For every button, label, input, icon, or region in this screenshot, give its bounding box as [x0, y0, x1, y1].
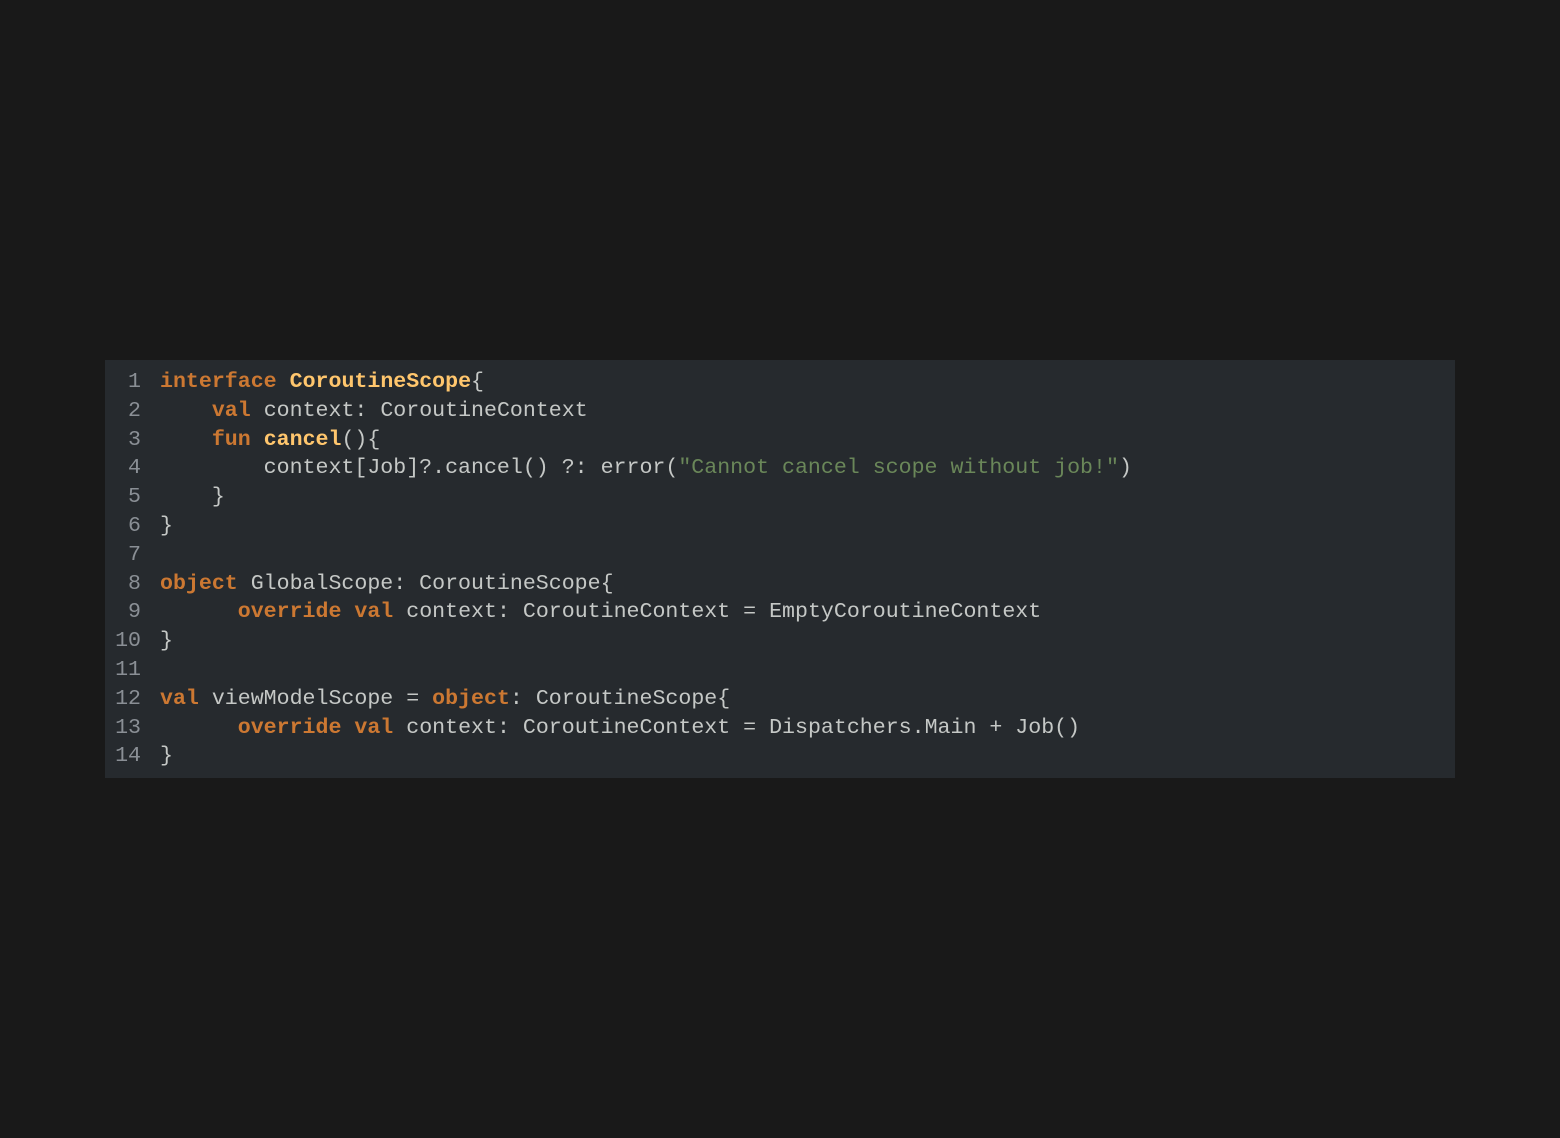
line-number: 12 — [115, 686, 141, 711]
code-token-plain: (){ — [341, 427, 381, 452]
code-token-fn: cancel — [263, 427, 342, 452]
code-token-kw: val — [211, 398, 251, 423]
code-line: 1 interface CoroutineScope{ — [105, 368, 1455, 397]
line-code: context[Job]?.cancel() ?: error("Cannot … — [160, 454, 1132, 483]
code-token-str: "Cannot cancel scope without job!" — [678, 456, 1119, 481]
code-token-kw: fun — [211, 427, 251, 452]
code-token-plain: context: CoroutineContext = EmptyCorouti… — [393, 600, 1042, 625]
code-token-kw: val — [160, 686, 199, 711]
code-token-plain: } — [160, 744, 173, 769]
line-number: 10 — [115, 629, 141, 654]
line-number: 4 — [128, 456, 141, 481]
code-line: 14} — [105, 742, 1455, 771]
code-token-plain: context: CoroutineContext = Dispatchers.… — [393, 715, 1081, 740]
line-code: } — [160, 512, 173, 541]
line-code: override val context: CoroutineContext =… — [160, 598, 1041, 627]
line-number: 7 — [128, 542, 141, 567]
code-token-fn: CoroutineScope — [289, 370, 472, 394]
code-token-plain: } — [160, 513, 173, 538]
line-code: val viewModelScope = object: CoroutineSc… — [160, 685, 730, 714]
line-number: 11 — [115, 657, 141, 682]
code-line: 13 override val context: CoroutineContex… — [105, 714, 1455, 743]
code-line: 12 val viewModelScope = object: Coroutine… — [105, 685, 1455, 714]
line-number: 13 — [115, 715, 141, 740]
line-code: fun cancel(){ — [160, 426, 381, 455]
code-token-plain: viewModelScope = — [198, 686, 433, 711]
code-token-kw: object — [160, 571, 238, 596]
line-code: object GlobalScope: CoroutineScope{ — [160, 570, 614, 599]
line-number: 9 — [128, 600, 141, 625]
code-token-plain: ) — [1118, 456, 1132, 481]
line-code: } — [160, 742, 173, 771]
code-token-plain: } — [160, 485, 225, 510]
code-token-plain: { — [471, 370, 484, 394]
code-token-plain: context: CoroutineContext — [250, 398, 588, 423]
code-token-kw: object — [432, 686, 510, 711]
line-number: 3 — [128, 427, 141, 452]
line-number: 5 — [128, 485, 141, 510]
line-code: } — [160, 627, 173, 656]
code-line: 6} — [105, 512, 1455, 541]
code-line: 2 val context: CoroutineContext — [105, 397, 1455, 426]
code-token-plain: context[Job]?.cancel() ?: error( — [160, 456, 679, 481]
code-line: 7 — [105, 541, 1455, 570]
code-line: 5 } — [105, 483, 1455, 512]
code-token-plain: } — [160, 629, 173, 654]
code-token-kw: override val — [237, 600, 394, 625]
code-token-plain: : CoroutineScope{ — [509, 686, 731, 711]
line-number: 1 — [128, 370, 141, 394]
code-block: 1 interface CoroutineScope{2 val context:… — [105, 360, 1455, 778]
code-token-kw: override val — [237, 715, 394, 740]
line-code: val context: CoroutineContext — [160, 397, 588, 426]
line-code: override val context: CoroutineContext =… — [160, 714, 1080, 743]
code-token-kw: interface — [160, 370, 277, 394]
code-line: 11 — [105, 656, 1455, 685]
line-number: 6 — [128, 513, 141, 538]
line-number: 8 — [128, 571, 141, 596]
code-line: 4 context[Job]?.cancel() ?: error("Canno… — [105, 454, 1455, 483]
code-line: 9 override val context: CoroutineContext… — [105, 598, 1455, 627]
code-line: 8 object GlobalScope: CoroutineScope{ — [105, 570, 1455, 599]
line-code: interface CoroutineScope{ — [160, 368, 484, 397]
line-number: 2 — [128, 398, 141, 423]
code-line: 3 fun cancel(){ — [105, 426, 1455, 455]
line-number: 14 — [115, 744, 141, 769]
line-code: } — [160, 483, 225, 512]
code-token-plain: GlobalScope: CoroutineScope{ — [237, 571, 614, 596]
code-line: 10} — [105, 627, 1455, 656]
